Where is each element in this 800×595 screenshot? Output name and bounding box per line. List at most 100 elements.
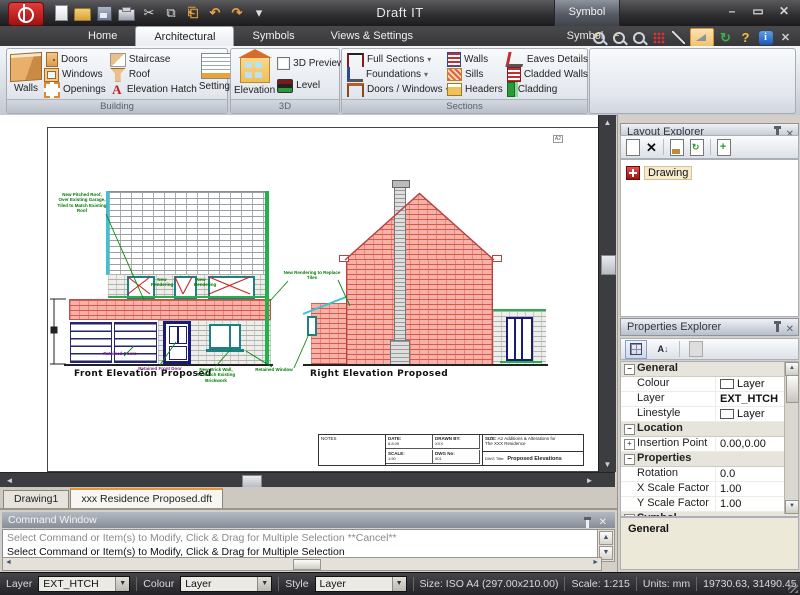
command-window-titlebar[interactable]: Command Window ✕ <box>2 512 615 528</box>
category-properties[interactable]: −Properties <box>621 452 798 467</box>
dropdown-arrow-icon[interactable]: ▼ <box>392 577 406 591</box>
elevation-button[interactable]: Elevation <box>234 51 275 98</box>
headers-button[interactable]: Headers <box>447 82 503 97</box>
doors-button[interactable]: Doors <box>44 52 106 67</box>
doc-tab-drawing1[interactable]: Drawing1 <box>3 490 69 508</box>
openings-button[interactable]: Openings <box>44 82 106 97</box>
zoom-in-icon[interactable]: + <box>590 30 607 46</box>
maximize-button[interactable]: ▭ <box>750 4 766 18</box>
help-icon[interactable]: ? <box>737 30 754 46</box>
scroll-thumb[interactable] <box>786 375 799 403</box>
scroll-left-icon[interactable]: ◄ <box>5 558 12 568</box>
scroll-up-icon[interactable]: ▲ <box>600 116 615 129</box>
doors-windows-button[interactable]: Doors / Windows▾ <box>347 82 443 97</box>
property-layer[interactable]: LayerEXT_HTCH <box>621 392 798 407</box>
canvas-vertical-scrollbar[interactable]: ▲ ▼ <box>598 115 616 472</box>
undo-icon[interactable]: ↶ <box>207 5 223 21</box>
categorized-icon[interactable] <box>625 340 647 359</box>
open-icon[interactable] <box>74 8 91 21</box>
refresh-icon[interactable]: ↻ <box>717 30 734 46</box>
tab-symbols[interactable]: Symbols <box>234 26 312 46</box>
pin-icon[interactable] <box>776 324 779 332</box>
sort-az-icon[interactable]: A↓ <box>652 340 674 359</box>
layout-explorer-list[interactable]: Drawing <box>620 159 799 317</box>
doc-tab-residence[interactable]: xxx Residence Proposed.dft <box>70 488 223 508</box>
context-tab-symbol[interactable]: Symbol <box>554 0 620 27</box>
zoom-extents-icon[interactable] <box>630 30 647 46</box>
category-location[interactable]: −Location <box>621 422 798 437</box>
group-building: Walls Doors Windows Openings Staircase R… <box>6 48 228 114</box>
eaves-details-icon <box>505 52 525 67</box>
property-insertion-point[interactable]: +Insertion Point0.00,0.00 <box>621 437 798 452</box>
elevation-hatch-button[interactable]: AElevation Hatch <box>110 82 197 97</box>
style-dropdown[interactable]: Layer▼ <box>315 576 407 592</box>
zoom-out-icon[interactable]: − <box>610 30 627 46</box>
scroll-down-icon[interactable]: ▼ <box>600 458 615 471</box>
dropdown-arrow-icon[interactable]: ▼ <box>257 577 271 591</box>
close-ribbon-icon[interactable]: ✕ <box>777 30 794 46</box>
canvas-horizontal-scrollbar[interactable]: ◄ ► <box>0 472 615 488</box>
active-tool-icon[interactable] <box>690 28 714 47</box>
property-colour[interactable]: ColourLayer <box>621 377 798 392</box>
refresh-page-icon[interactable] <box>690 139 704 156</box>
horizontal-scroll-thumb[interactable] <box>293 559 321 570</box>
scroll-up-icon[interactable]: ▲ <box>599 531 613 545</box>
scroll-left-icon[interactable]: ◄ <box>2 474 17 487</box>
tab-architectural[interactable]: Architectural <box>135 26 234 46</box>
close-panel-icon[interactable]: ✕ <box>786 321 794 338</box>
new-page-icon[interactable] <box>626 139 640 156</box>
full-sections-button[interactable]: Full Sections▾ <box>347 52 443 67</box>
customize-chevron-icon[interactable]: ▾ <box>251 5 267 21</box>
scroll-right-icon[interactable]: ► <box>582 474 597 487</box>
windows-button[interactable]: Windows <box>44 67 106 82</box>
properties-grid[interactable]: −General ColourLayer LayerEXT_HTCH Lines… <box>620 361 799 517</box>
property-linestyle[interactable]: LinestyleLayer <box>621 407 798 422</box>
properties-explorer-titlebar[interactable]: Properties Explorer ✕ <box>620 318 799 336</box>
command-horizontal-scrollbar[interactable]: ◄ ► <box>2 557 602 571</box>
export-page-icon[interactable] <box>670 139 684 156</box>
properties-scrollbar[interactable]: ▲ ▼ <box>784 362 798 514</box>
delete-icon[interactable]: ✕ <box>646 140 657 155</box>
property-y-scale[interactable]: Y Scale Factor1.00 <box>621 497 798 512</box>
copy-icon[interactable]: ⧉ <box>163 5 179 21</box>
dropdown-arrow-icon[interactable]: ▼ <box>115 577 129 591</box>
drawing-canvas[interactable]: A2 New Rendering New Rendering <box>0 115 599 472</box>
property-x-scale[interactable]: X Scale Factor1.00 <box>621 482 798 497</box>
category-general[interactable]: −General <box>621 362 798 377</box>
vertical-scroll-thumb[interactable] <box>601 255 616 275</box>
eaves-details-button[interactable]: Eaves Details <box>507 52 588 67</box>
colour-dropdown[interactable]: Layer▼ <box>180 576 272 592</box>
save-icon[interactable] <box>97 6 112 21</box>
print-icon[interactable] <box>118 9 135 21</box>
3d-preview-checkbox[interactable]: 3D Preview <box>277 56 344 71</box>
close-button[interactable]: ✕ <box>776 4 792 18</box>
scroll-up-icon[interactable]: ▲ <box>785 362 799 376</box>
resize-grip[interactable] <box>788 583 798 593</box>
roof-button[interactable]: Roof <box>110 67 197 82</box>
cut-icon[interactable]: ✂ <box>141 5 157 21</box>
cladding-button[interactable]: Cladding <box>507 82 588 97</box>
property-rotation[interactable]: Rotation0.0 <box>621 467 798 482</box>
layout-item-drawing[interactable]: Drawing <box>626 166 692 180</box>
snap-grid-icon[interactable] <box>650 30 667 46</box>
minimize-button[interactable]: – <box>724 4 740 18</box>
command-history[interactable]: Select Command or Item(s) to Modify, Cli… <box>2 529 599 560</box>
level-button[interactable]: Level <box>277 78 344 93</box>
scroll-down-icon[interactable]: ▼ <box>785 500 799 514</box>
walls-button[interactable]: Walls <box>10 51 42 98</box>
redo-icon[interactable]: ↷ <box>229 5 245 21</box>
staircase-button[interactable]: Staircase <box>110 52 197 67</box>
paste-icon[interactable]: ⎗ <box>185 5 201 21</box>
tab-home[interactable]: Home <box>70 26 135 46</box>
ortho-icon[interactable] <box>670 30 687 46</box>
layer-dropdown[interactable]: EXT_HTCH▼ <box>38 576 130 592</box>
insert-page-icon[interactable] <box>717 139 731 156</box>
tab-views-settings[interactable]: Views & Settings <box>313 26 431 46</box>
sills-button[interactable]: Sills <box>447 67 503 82</box>
new-icon[interactable] <box>55 5 68 21</box>
cladded-walls-button[interactable]: Cladded Walls <box>507 67 588 82</box>
scroll-right-icon[interactable]: ► <box>592 558 599 568</box>
info-icon[interactable]: i <box>757 30 774 46</box>
section-walls-button[interactable]: Walls <box>447 52 503 67</box>
foundations-button[interactable]: Foundations▾ <box>347 67 443 82</box>
